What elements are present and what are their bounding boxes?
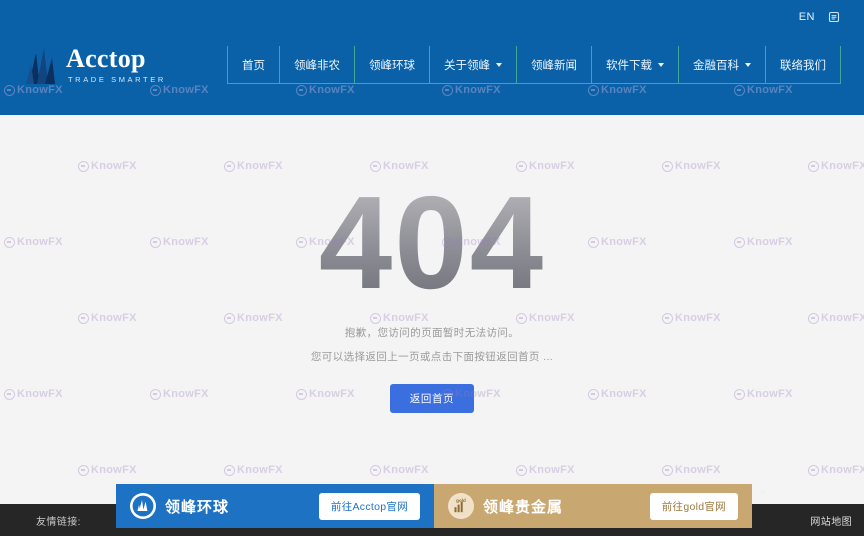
top-utility-bar: EN [0,0,864,34]
close-icon[interactable]: × [760,488,766,499]
main-navigation: 首页 领峰非农 领峰环球 关于领峰 领峰新闻 软件下载 金融百科 联络我们 [227,46,841,84]
header-main-row: Acctop TRADE SMARTER 首页 领峰非农 领峰环球 关于领峰 领… [0,34,864,96]
nav-item-downloads[interactable]: 软件下载 [592,46,679,83]
mountain-logo-icon [22,44,58,86]
promo-banner-acctop[interactable]: 领峰环球 前往Acctop官网 [116,484,434,528]
chevron-down-icon [658,62,664,67]
error-page-content: 404 抱歉，您访问的页面暂时无法访问。 您可以选择返回上一页或点击下面按钮返回… [0,115,864,481]
promo-banner-gold[interactable]: gold 领峰贵金属 前往gold官网 × [434,484,766,528]
nav-label: 首页 [242,59,265,72]
promo-cta-gold[interactable]: 前往gold官网 [649,492,738,520]
sitemap-link[interactable]: 网站地图 [810,513,852,528]
chevron-down-icon [745,62,751,67]
promo-title: 领峰贵金属 [483,498,564,516]
promo-cta-acctop[interactable]: 前往Acctop官网 [318,492,420,520]
nav-label: 联络我们 [780,59,826,72]
nav-item-contact[interactable]: 联络我们 [766,46,841,83]
page-root: EN Acctop TRADE SMARTER 首页 领峰非农 领峰环球 关于领… [0,0,864,536]
logo-text-block: Acctop TRADE SMARTER [66,46,166,84]
gold-circle-icon: gold [448,493,474,519]
nav-label: 领峰环球 [369,59,415,72]
nav-label: 领峰新闻 [531,59,577,72]
site-header: EN Acctop TRADE SMARTER 首页 领峰非农 领峰环球 关于领… [0,0,864,115]
nav-label: 软件下载 [606,59,652,72]
error-code-404: 404 [318,169,546,316]
nav-item-news[interactable]: 领峰新闻 [517,46,592,83]
nav-item-nonfarm[interactable]: 领峰非农 [280,46,355,83]
promo-banner-group: 领峰环球 前往Acctop官网 gold 领峰贵金属 前往gold官网 × [116,484,766,528]
logo-tagline: TRADE SMARTER [68,75,166,85]
acctop-circle-icon [130,493,156,519]
nav-item-home[interactable]: 首页 [227,46,280,83]
svg-text:gold: gold [456,498,466,503]
return-home-button[interactable]: 返回首页 [389,384,475,413]
site-logo[interactable]: Acctop TRADE SMARTER [22,44,217,86]
friend-links-label: 友情链接: [36,516,81,528]
nav-item-global[interactable]: 领峰环球 [355,46,430,83]
error-message-line-2: 您可以选择返回上一页或点击下面按钮返回首页 ... [310,351,554,363]
nav-item-about[interactable]: 关于领峰 [430,46,517,83]
language-switch-en[interactable]: EN [799,11,815,23]
promo-title: 领峰环球 [165,498,230,516]
nav-label: 关于领峰 [444,59,490,72]
nav-label: 金融百科 [693,59,739,72]
nav-item-encyclopedia[interactable]: 金融百科 [679,46,766,83]
nav-label: 领峰非农 [294,59,340,72]
user-account-icon[interactable] [827,11,840,24]
chevron-down-icon [496,62,502,67]
error-message-line-1: 抱歉，您访问的页面暂时无法访问。 [344,327,520,339]
logo-brand-name: Acctop [66,44,146,74]
